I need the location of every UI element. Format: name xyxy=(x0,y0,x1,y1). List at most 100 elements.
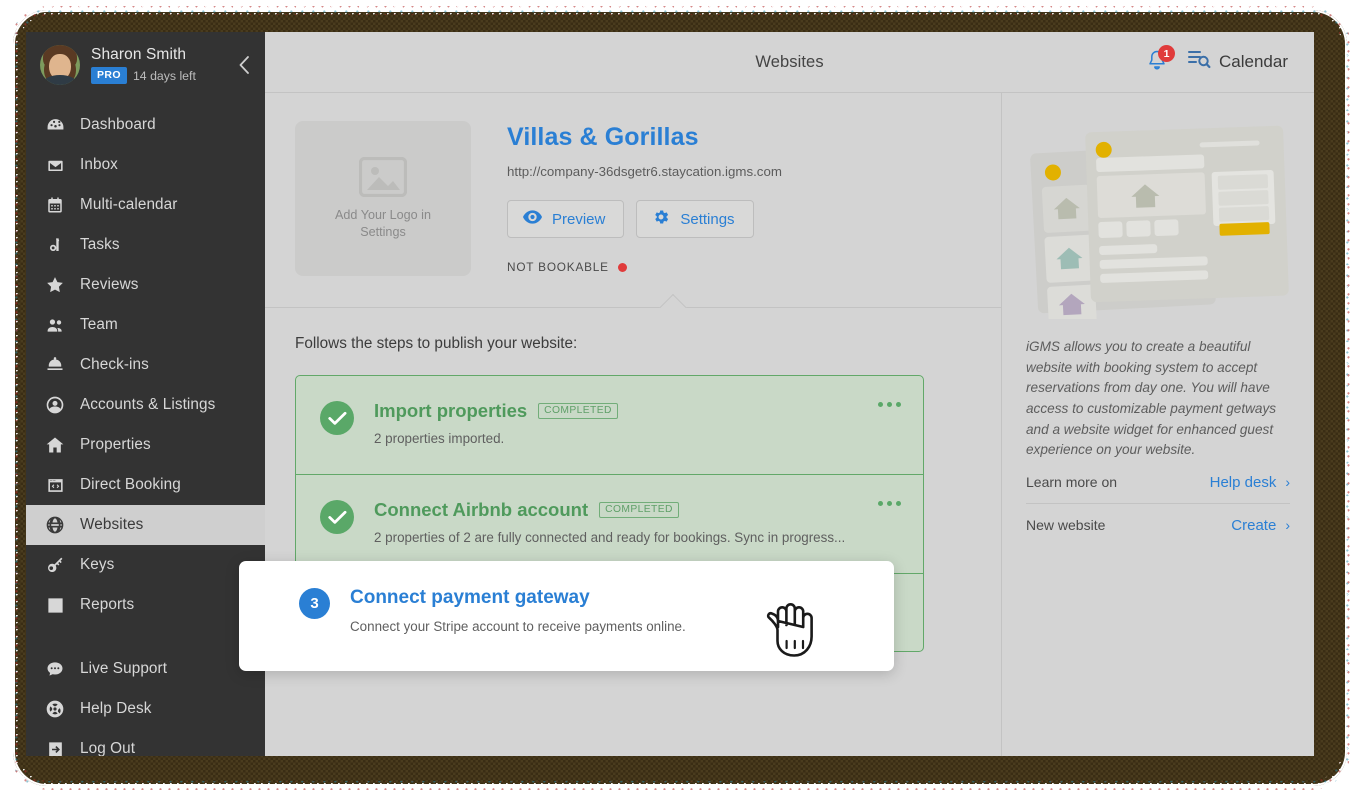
step-title: Connect Airbnb account xyxy=(374,499,589,520)
sidebar: Sharon Smith PRO 14 days left Dashboard xyxy=(26,32,265,756)
status-badge: NOT BOOKABLE xyxy=(507,260,609,274)
sidebar-item-reviews[interactable]: Reviews xyxy=(26,265,265,305)
sidebar-item-label: Direct Booking xyxy=(80,476,181,493)
sidebar-item-help-desk[interactable]: Help Desk xyxy=(26,689,265,729)
globe-icon xyxy=(44,514,66,536)
image-placeholder-icon xyxy=(358,156,408,197)
panel-description: iGMS allows you to create a beautiful we… xyxy=(1026,339,1277,458)
website-name: Villas & Gorillas xyxy=(507,123,699,151)
sidebar-item-label: Keys xyxy=(80,556,115,573)
learn-more-row: Learn more on Help desk › xyxy=(1026,461,1290,503)
check-circle-icon xyxy=(320,401,354,435)
notifications-button[interactable]: 1 xyxy=(1145,45,1175,77)
logo-placeholder-text: Add Your Logo in Settings xyxy=(335,207,431,239)
sidebar-item-label: Help Desk xyxy=(80,700,152,717)
sidebar-item-live-support[interactable]: Live Support xyxy=(26,649,265,689)
website-url: http://company-36dsgetr6.staycation.igms… xyxy=(507,164,782,179)
step-description: 2 properties of 2 are fully connected an… xyxy=(374,530,846,545)
calendar-label: Calendar xyxy=(1219,52,1288,71)
preview-button[interactable]: Preview xyxy=(507,200,625,238)
steps-section: Follows the steps to publish your websit… xyxy=(239,308,1001,756)
create-website-link-label: Create xyxy=(1231,516,1277,534)
avatar xyxy=(40,45,80,85)
tasks-icon xyxy=(44,234,66,256)
content-area: Add Your Logo in Settings Villas & Goril… xyxy=(239,93,1314,756)
logout-icon xyxy=(44,738,66,756)
sidebar-item-properties[interactable]: Properties xyxy=(26,425,265,465)
sidebar-item-label: Inbox xyxy=(80,156,118,173)
home-icon xyxy=(44,434,66,456)
help-desk-link-label: Help desk xyxy=(1209,473,1277,491)
sidebar-item-keys[interactable]: Keys xyxy=(26,545,265,585)
status-dot-icon xyxy=(617,262,627,272)
account-icon xyxy=(44,394,66,416)
sidebar-item-label: Reviews xyxy=(80,276,139,293)
highlighted-step-card[interactable]: 3 Connect payment gateway Connect your S… xyxy=(239,561,894,671)
ellipsis-icon[interactable] xyxy=(878,402,901,407)
step-status-tag: COMPLETED xyxy=(538,402,618,420)
sidebar-item-websites[interactable]: Websites xyxy=(26,505,265,545)
step-number-badge: 3 xyxy=(299,588,330,619)
code-window-icon xyxy=(44,474,66,496)
chevron-right-icon: › xyxy=(1285,474,1290,491)
step-status-tag: COMPLETED xyxy=(599,501,679,519)
top-bar: Websites 1 Calendar xyxy=(265,32,1314,93)
sidebar-item-tasks[interactable]: Tasks xyxy=(26,225,265,265)
settings-button[interactable]: Settings xyxy=(636,200,754,238)
calendar-search-icon xyxy=(1187,49,1211,75)
calendar-icon xyxy=(44,194,66,216)
sidebar-item-multi-calendar[interactable]: Multi-calendar xyxy=(26,185,265,225)
ellipsis-icon[interactable] xyxy=(878,501,901,506)
sidebar-item-label: Reports xyxy=(80,596,135,613)
sidebar-item-label: Accounts & Listings xyxy=(80,396,216,413)
info-panel: iGMS allows you to create a beautiful we… xyxy=(1001,93,1314,756)
sidebar-item-log-out[interactable]: Log Out xyxy=(26,729,265,756)
website-action-buttons: Preview Settings xyxy=(507,200,782,238)
chart-bar-icon xyxy=(44,594,66,616)
learn-more-label: Learn more on xyxy=(1026,474,1118,491)
chevron-right-icon: › xyxy=(1285,517,1290,534)
sidebar-item-team[interactable]: Team xyxy=(26,305,265,345)
application-window: Sharon Smith PRO 14 days left Dashboard xyxy=(26,32,1314,756)
sidebar-user-block[interactable]: Sharon Smith PRO 14 days left xyxy=(26,32,265,99)
topbar-actions: 1 Calendar xyxy=(1145,45,1314,77)
highlighted-step-title: Connect payment gateway xyxy=(350,587,590,608)
bell-desk-icon xyxy=(44,354,66,376)
header-notch xyxy=(659,294,687,308)
main-area: Websites 1 Calendar Add Your Logo in Set… xyxy=(239,32,1314,756)
sidebar-item-label: Check-ins xyxy=(80,356,149,373)
sidebar-item-accounts-listings[interactable]: Accounts & Listings xyxy=(26,385,265,425)
sidebar-item-label: Properties xyxy=(80,436,151,453)
chat-icon xyxy=(44,658,66,680)
sidebar-item-label: Tasks xyxy=(80,236,120,253)
create-website-link[interactable]: Create › xyxy=(1231,517,1290,534)
sidebar-item-dashboard[interactable]: Dashboard xyxy=(26,105,265,145)
dashboard-icon xyxy=(44,114,66,136)
star-icon xyxy=(44,274,66,296)
step-title: Import properties xyxy=(374,400,528,421)
website-info: Villas & Gorillas http://company-36dsget… xyxy=(471,121,782,307)
sidebar-item-label: Websites xyxy=(80,516,144,533)
bell-icon xyxy=(1145,50,1169,77)
sidebar-item-inbox[interactable]: Inbox xyxy=(26,145,265,185)
user-name: Sharon Smith xyxy=(91,46,187,64)
help-desk-link[interactable]: Help desk › xyxy=(1210,474,1290,491)
sidebar-item-direct-booking[interactable]: Direct Booking xyxy=(26,465,265,505)
sidebar-item-label: Multi-calendar xyxy=(80,196,178,213)
steps-heading: Follows the steps to publish your websit… xyxy=(295,335,578,352)
sidebar-item-reports[interactable]: Reports xyxy=(26,585,265,625)
website-header: Add Your Logo in Settings Villas & Goril… xyxy=(265,93,1001,308)
step-item[interactable]: Connect Airbnb account COMPLETED 2 prope… xyxy=(296,474,923,573)
sidebar-nav: Dashboard Inbox Multi-calendar Tasks Rev… xyxy=(26,105,265,756)
team-icon xyxy=(44,314,66,336)
step-item[interactable]: Import properties COMPLETED 2 properties… xyxy=(296,376,923,474)
sidebar-item-check-ins[interactable]: Check-ins xyxy=(26,345,265,385)
chevron-left-icon[interactable] xyxy=(234,55,254,75)
logo-placeholder[interactable]: Add Your Logo in Settings xyxy=(295,121,471,276)
new-website-label: New website xyxy=(1026,517,1106,534)
calendar-button[interactable]: Calendar xyxy=(1187,49,1288,75)
sidebar-item-label: Live Support xyxy=(80,660,168,677)
key-icon xyxy=(44,554,66,576)
website-pane: Add Your Logo in Settings Villas & Goril… xyxy=(239,93,1001,756)
preview-button-label: Preview xyxy=(552,210,606,228)
